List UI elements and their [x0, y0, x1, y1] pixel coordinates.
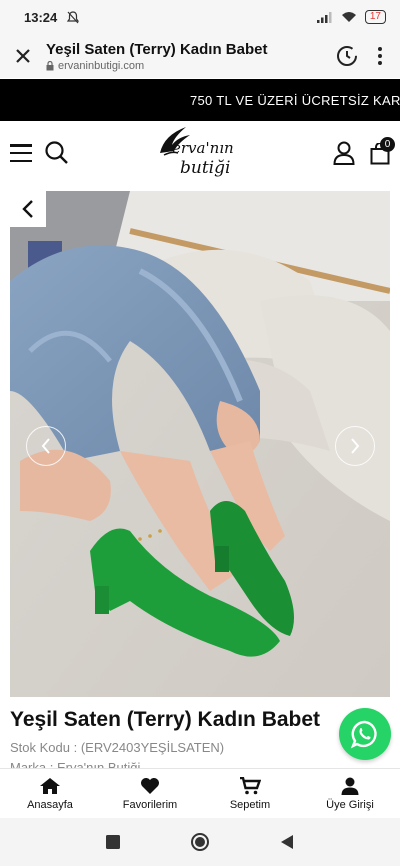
- system-navigation-bar: [0, 818, 400, 866]
- nav-home[interactable]: Anasayfa: [0, 769, 100, 819]
- product-sku: Stok Kodu : (ERV2403YEŞİLSATEN): [10, 740, 225, 755]
- home-button-icon[interactable]: [190, 832, 210, 852]
- home-icon: [40, 778, 60, 794]
- cart-count-badge: 0: [380, 137, 395, 152]
- logo-text-line2: butiği: [180, 158, 231, 178]
- nav-cart[interactable]: Sepetim: [200, 769, 300, 819]
- close-tab-button[interactable]: [0, 34, 46, 78]
- signal-icon: [316, 12, 332, 23]
- chevron-right-icon: [351, 438, 360, 454]
- lock-icon: [46, 60, 54, 70]
- back-icon[interactable]: [280, 834, 294, 850]
- notifications-off-icon: [67, 10, 80, 23]
- cart-icon: [240, 777, 261, 795]
- browser-menu-button[interactable]: [378, 47, 382, 65]
- menu-icon[interactable]: [10, 144, 32, 162]
- chevron-left-icon: [41, 438, 50, 454]
- gallery-back-button[interactable]: [10, 191, 46, 227]
- browser-bar: Yeşil Saten (Terry) Kadın Babet ervaninb…: [0, 34, 400, 78]
- user-icon: [341, 777, 359, 795]
- close-icon: [16, 49, 30, 63]
- product-title: Yeşil Saten (Terry) Kadın Babet: [10, 708, 321, 731]
- browser-url: ervaninbutigi.com: [46, 60, 336, 72]
- nav-favorites-label: Favorilerim: [122, 799, 178, 811]
- product-image[interactable]: [10, 191, 390, 697]
- recents-icon[interactable]: [106, 835, 120, 849]
- wifi-icon: [341, 12, 356, 22]
- nav-login-label: Üye Girişi: [326, 799, 374, 811]
- history-icon[interactable]: [336, 45, 358, 67]
- gallery-prev-button[interactable]: [26, 426, 66, 466]
- status-bar: 13:24 17: [0, 0, 400, 34]
- nav-favorites[interactable]: Favorilerim: [100, 769, 200, 819]
- heart-icon: [141, 778, 159, 794]
- whatsapp-icon: [350, 720, 377, 749]
- nav-login[interactable]: Üye Girişi: [300, 769, 400, 819]
- logo-text-line1: erva'nın: [172, 139, 234, 157]
- search-icon[interactable]: [44, 140, 70, 166]
- bottom-navigation: Anasayfa Favorilerim Sepetim Üye Girişi: [0, 768, 400, 819]
- product-photo: [10, 191, 390, 697]
- site-logo[interactable]: erva'nın butiği: [150, 125, 250, 185]
- status-time: 13:24: [24, 9, 58, 25]
- chevron-left-icon: [22, 200, 33, 218]
- battery-indicator: 17: [364, 10, 386, 24]
- browser-title-area[interactable]: Yeşil Saten (Terry) Kadın Babet ervaninb…: [46, 41, 336, 72]
- whatsapp-button[interactable]: [339, 708, 391, 760]
- nav-cart-label: Sepetim: [229, 799, 271, 811]
- promo-text: 750 TL VE ÜZERİ ÜCRETSİZ KARGO: [190, 92, 400, 108]
- gallery-next-button[interactable]: [335, 426, 375, 466]
- site-header: erva'nın butiği 0: [0, 121, 400, 187]
- browser-url-text: ervaninbutigi.com: [58, 59, 145, 72]
- promo-banner: 750 TL VE ÜZERİ ÜCRETSİZ KARGO: [0, 79, 400, 121]
- nav-home-label: Anasayfa: [27, 799, 73, 811]
- account-icon[interactable]: [333, 141, 355, 165]
- browser-page-title: Yeşil Saten (Terry) Kadın Babet: [46, 40, 268, 58]
